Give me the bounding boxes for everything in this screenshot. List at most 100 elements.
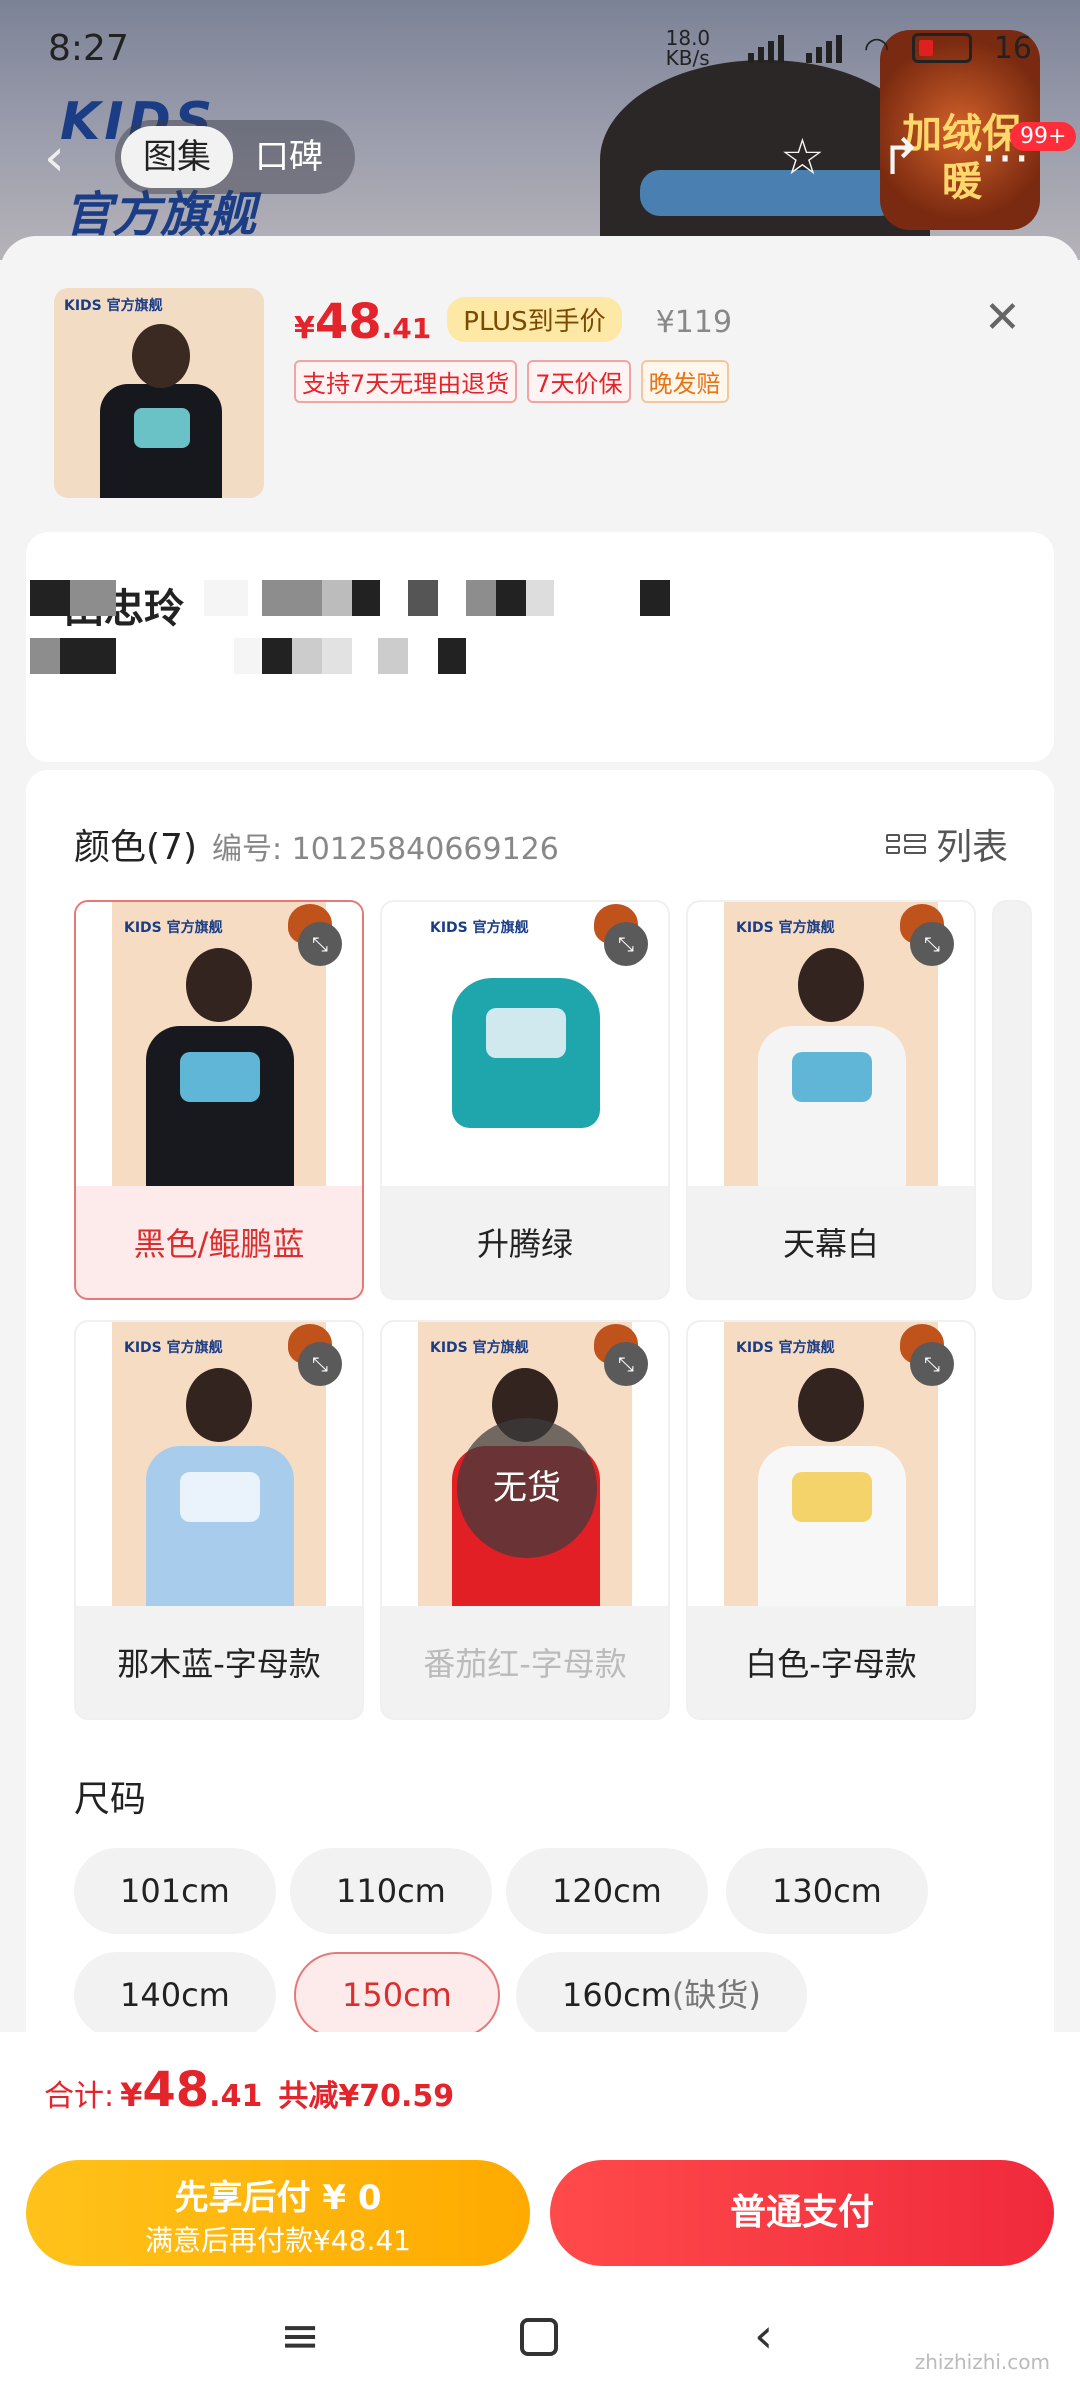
watermark: zhizhizhi.com: [914, 2350, 1050, 2374]
total-line: 合计: ¥ 48 .41 共减¥70.59: [44, 2062, 454, 2118]
size-chip-130[interactable]: 130cm: [726, 1848, 928, 1934]
swatch-photo: KIDS 官方旗舰 ⤡ 无货: [382, 1322, 668, 1606]
color-option-partial[interactable]: [992, 900, 1032, 1300]
shirt: [146, 1446, 294, 1606]
battery-level: 16: [993, 30, 1032, 66]
gallery-tabs: 图集 口碑: [115, 120, 355, 194]
price-integer: 48: [314, 294, 382, 350]
back-icon[interactable]: ‹: [44, 128, 65, 188]
tag-late-compensation: 晚发赔: [640, 360, 729, 403]
swatch-label: 黑色/鲲鹏蓝: [133, 1225, 305, 1263]
notification-badge: 99+: [1010, 122, 1077, 151]
signal-icon-2: [805, 33, 842, 63]
thumb-head: [132, 324, 190, 388]
swatch-label: 番茄红-字母款: [423, 1645, 627, 1683]
size-chip-note: (缺货): [671, 1976, 761, 2014]
swatch-brand: KIDS 官方旗舰: [736, 1340, 835, 1356]
expand-icon[interactable]: ⤡: [604, 922, 648, 966]
product-thumbnail[interactable]: KIDS 官方旗舰: [54, 288, 264, 498]
thumb-brand: KIDS 官方旗舰: [64, 298, 163, 314]
product-summary: KIDS 官方旗舰 ¥ 48 .41 PLUS到手价 ¥119 ✕ 支持7天无理…: [0, 236, 1080, 526]
tag-price-protect: 7天价保: [527, 360, 631, 403]
expand-icon[interactable]: ⤡: [910, 1342, 954, 1386]
swatch-label: 那木蓝-字母款: [117, 1645, 321, 1683]
shirt: [758, 1446, 906, 1606]
address-card[interactable]: 田忠玲: [26, 532, 1054, 762]
list-icon: [885, 834, 926, 854]
color-option-white-letter[interactable]: KIDS 官方旗舰 ⤡ 白色-字母款: [686, 1320, 976, 1720]
swatch-brand: KIDS 官方旗舰: [430, 920, 529, 936]
signal-icon: [747, 33, 784, 63]
swatch-brand: KIDS 官方旗舰: [736, 920, 835, 936]
pay-later-button[interactable]: 先享后付 ¥ 0 满意后再付款¥48.41: [26, 2160, 530, 2266]
swatch-photo: KIDS 官方旗舰 ⤡: [382, 902, 668, 1186]
star-icon[interactable]: ☆: [780, 128, 825, 186]
size-chip-label: 160cm: [562, 1976, 672, 2014]
expand-icon[interactable]: ⤡: [298, 1342, 342, 1386]
status-bar: 8:27 18.0 KB/s ◠ 16: [0, 0, 1080, 96]
total-decimal: .41: [209, 2079, 263, 2114]
normal-pay-button[interactable]: 普通支付: [550, 2160, 1054, 2266]
service-tags: 支持7天无理由退货 7天价保 晚发赔: [294, 360, 729, 403]
expand-icon[interactable]: ⤡: [910, 922, 954, 966]
color-option-navy[interactable]: KIDS 官方旗舰 ⤡ 那木蓝-字母款: [74, 1320, 364, 1720]
original-price: ¥119: [655, 305, 733, 340]
tab-reviews[interactable]: 口碑: [233, 126, 345, 188]
pay-later-title: 先享后付 ¥ 0: [174, 2178, 382, 2218]
wifi-icon: ◠: [863, 30, 890, 66]
list-view-toggle[interactable]: 列表: [885, 818, 1008, 870]
discount-text: 共减¥70.59: [278, 2079, 455, 2114]
swatch-label: 升腾绿: [476, 1225, 573, 1263]
color-option-black[interactable]: KIDS 官方旗舰 ⤡ 黑色/鲲鹏蓝: [74, 900, 364, 1300]
price-symbol: ¥: [294, 311, 315, 346]
tag-return: 支持7天无理由退货: [294, 360, 518, 403]
battery-icon: [911, 33, 972, 63]
price-decimal: .41: [381, 312, 432, 345]
list-toggle-label: 列表: [935, 827, 1008, 868]
swatch-photo: KIDS 官方旗舰 ⤡: [76, 1322, 362, 1606]
size-chip-120[interactable]: 120cm: [506, 1848, 708, 1934]
swatch-brand: KIDS 官方旗舰: [124, 920, 223, 936]
expand-icon[interactable]: ⤡: [298, 922, 342, 966]
shirt: [758, 1026, 906, 1186]
swatch-label: 白色-字母款: [745, 1645, 917, 1683]
status-time: 8:27: [48, 27, 129, 69]
swatch-label: 天幕白: [782, 1225, 879, 1263]
swatch-brand: KIDS 官方旗舰: [430, 1340, 529, 1356]
swatch-photo: KIDS 官方旗舰 ⤡: [76, 902, 362, 1186]
total-integer: 48: [142, 2062, 210, 2118]
status-icons: 18.0 KB/s ◠ 16: [666, 28, 1032, 68]
total-label: 合计:: [44, 2079, 115, 2114]
swatch-brand: KIDS 官方旗舰: [124, 1340, 223, 1356]
back-nav-icon[interactable]: ‹: [754, 2308, 773, 2364]
swatch-photo: KIDS 官方旗舰 ⤡: [688, 1322, 974, 1606]
size-chip-160[interactable]: 160cm(缺货): [516, 1952, 807, 2038]
tab-gallery[interactable]: 图集: [121, 126, 233, 188]
menu-icon[interactable]: ≡: [280, 2308, 320, 2364]
close-icon[interactable]: ✕: [984, 292, 1021, 343]
color-section-title: 颜色(7): [74, 827, 197, 868]
expand-icon[interactable]: ⤡: [604, 1342, 648, 1386]
color-option-red[interactable]: KIDS 官方旗舰 ⤡ 无货 番茄红-字母款: [380, 1320, 670, 1720]
plus-price-tag: PLUS到手价: [447, 297, 622, 342]
size-chip-150[interactable]: 150cm: [294, 1952, 500, 2038]
sku-number: 编号: 10125840669126: [212, 832, 559, 867]
size-section-title: 尺码: [74, 1779, 147, 1820]
color-option-white[interactable]: KIDS 官方旗舰 ⤡ 天幕白: [686, 900, 976, 1300]
share-icon[interactable]: ↱: [880, 128, 922, 186]
address-mosaic: [26, 532, 1054, 762]
size-chip-140[interactable]: 140cm: [74, 1952, 276, 2038]
pay-later-subtitle: 满意后再付款¥48.41: [145, 2224, 411, 2257]
total-symbol: ¥: [120, 2076, 143, 2114]
out-of-stock-badge: 无货: [457, 1418, 597, 1558]
thumb-print: [134, 408, 190, 448]
swatch-photo: KIDS 官方旗舰 ⤡: [688, 902, 974, 1186]
net-speed: 18.0 KB/s: [665, 26, 711, 70]
color-option-green[interactable]: KIDS 官方旗舰 ⤡ 升腾绿: [380, 900, 670, 1300]
shirt: [146, 1026, 294, 1186]
system-nav-bar: ≡ ‹: [0, 2290, 1080, 2400]
home-icon[interactable]: [520, 2318, 558, 2356]
price-line: ¥ 48 .41 PLUS到手价 ¥119: [294, 294, 732, 350]
size-chip-110[interactable]: 110cm: [290, 1848, 492, 1934]
size-chip-101[interactable]: 101cm: [74, 1848, 276, 1934]
